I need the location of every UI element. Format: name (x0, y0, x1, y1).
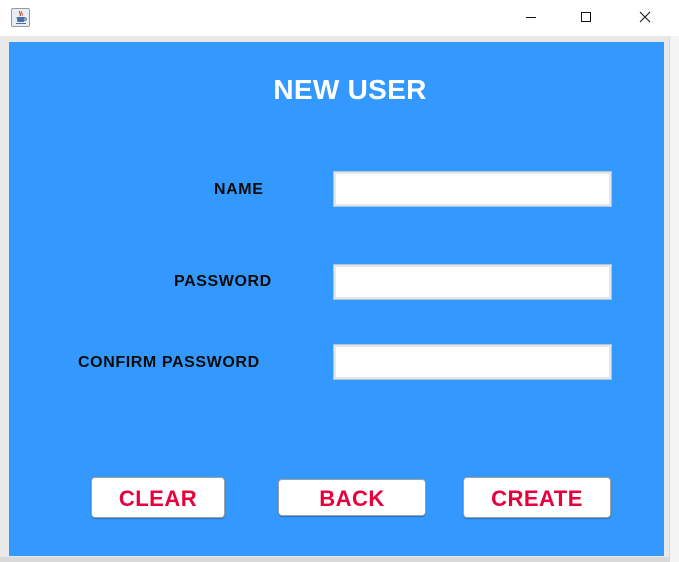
back-button[interactable]: BACK (278, 479, 426, 516)
maximize-button[interactable] (563, 0, 609, 34)
create-button[interactable]: CREATE (463, 477, 611, 518)
bottom-border (0, 557, 669, 562)
background-window-edge (669, 36, 679, 562)
password-field[interactable] (333, 264, 612, 300)
name-field[interactable] (333, 171, 612, 207)
minimize-icon (526, 17, 536, 18)
title-bar[interactable] (0, 0, 679, 36)
java-cup-icon[interactable] (11, 8, 30, 27)
maximize-icon (581, 12, 591, 22)
close-button[interactable] (622, 0, 668, 34)
app-window: NEW USER NAME PASSWORD CONFIRM PASSWORD … (0, 0, 679, 562)
confirm-password-label: CONFIRM PASSWORD (78, 354, 260, 371)
close-icon (639, 11, 651, 23)
form-title: NEW USER (273, 74, 427, 105)
confirm-password-field[interactable] (333, 344, 612, 380)
password-label: PASSWORD (174, 273, 272, 290)
name-label: NAME (214, 181, 264, 198)
minimize-button[interactable] (508, 0, 554, 34)
clear-button[interactable]: CLEAR (91, 477, 225, 518)
